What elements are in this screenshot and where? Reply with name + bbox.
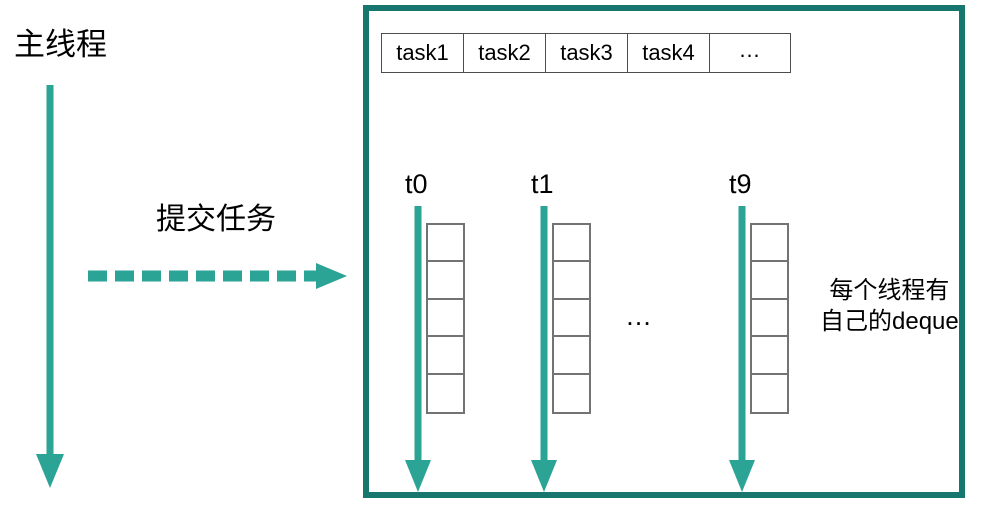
deque-cell[interactable] (554, 262, 589, 300)
deque-cell[interactable] (428, 337, 463, 375)
worker-deque (552, 223, 591, 414)
workers-ellipsis: … (625, 301, 654, 331)
deque-cell[interactable] (428, 375, 463, 412)
deque-cell[interactable] (428, 225, 463, 263)
down-arrow-icon (36, 85, 64, 488)
task-cell[interactable]: task1 (382, 34, 464, 72)
submit-task-arrow (86, 262, 348, 290)
worker-label: t1 (531, 169, 554, 199)
deque-cell[interactable] (554, 300, 589, 338)
deque-cell[interactable] (554, 337, 589, 375)
task-queue: task1 task2 task3 task4 … (381, 33, 791, 73)
deque-cell[interactable] (554, 375, 589, 412)
task-cell-ellipsis: … (738, 37, 762, 62)
main-thread-label: 主线程 (14, 27, 107, 62)
deque-cell[interactable] (554, 225, 589, 263)
deque-cell[interactable] (428, 262, 463, 300)
worker-label: t0 (405, 169, 428, 199)
deque-cell[interactable] (752, 262, 787, 300)
deque-cell[interactable] (752, 300, 787, 338)
worker-label: t9 (729, 169, 752, 199)
deque-cell[interactable] (752, 375, 787, 412)
worker-deque (426, 223, 465, 414)
task-cell[interactable]: task3 (546, 34, 628, 72)
main-thread-arrow (36, 85, 64, 490)
submit-task-label: 提交任务 (156, 203, 276, 236)
deque-note: 每个线程有 自己的deque (820, 277, 959, 335)
deque-cell[interactable] (752, 337, 787, 375)
deque-cell[interactable] (428, 300, 463, 338)
task-cell[interactable]: task2 (464, 34, 546, 72)
worker-deque (750, 223, 789, 414)
deque-cell[interactable] (752, 225, 787, 263)
task-cell[interactable]: task4 (628, 34, 710, 72)
dashed-right-arrow-icon (88, 263, 347, 289)
